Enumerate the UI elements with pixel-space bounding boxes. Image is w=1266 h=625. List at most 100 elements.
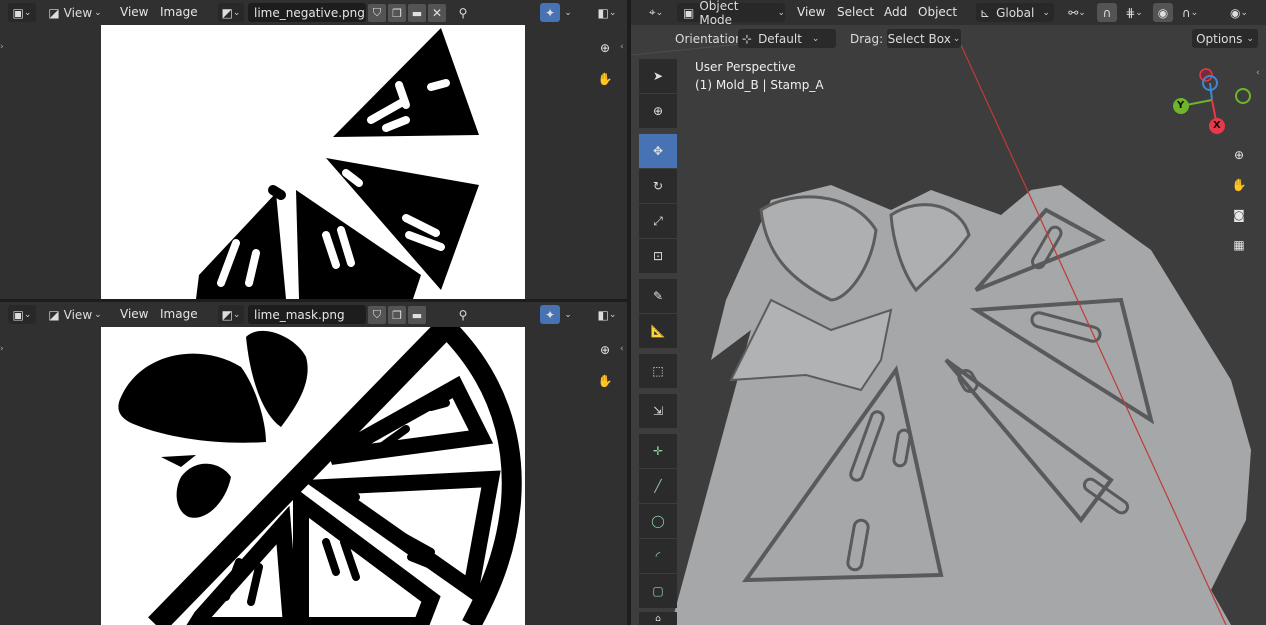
snap-grid-icon: ⋕: [1125, 5, 1136, 20]
menu-select[interactable]: Select: [837, 5, 874, 19]
hand-icon: ✋: [597, 72, 613, 86]
gizmo-dropdown[interactable]: ⌄: [560, 305, 576, 324]
tool-rotate[interactable]: ↻: [639, 169, 677, 203]
image-name-field[interactable]: lime_mask.png: [248, 305, 366, 324]
camera-view-button[interactable]: ◙: [1226, 202, 1252, 228]
image-name-field[interactable]: lime_negative.png: [248, 3, 366, 22]
sidebar-toggle-left-top[interactable]: ›: [0, 42, 4, 52]
visibility-dropdown[interactable]: ◉ ⌄: [1223, 3, 1255, 22]
gizmo-dropdown[interactable]: ⌄: [560, 3, 576, 22]
tool-more[interactable]: ⌂: [639, 612, 677, 625]
pivot-dropdown[interactable]: ⚯ ⌄: [1061, 3, 1093, 22]
menu-object[interactable]: Object: [918, 5, 957, 19]
tool-add-rectangle[interactable]: ▢: [639, 574, 677, 608]
move-icon: ✥: [652, 144, 664, 158]
orientation-dropdown[interactable]: ⊹ Default ⌄: [738, 29, 836, 48]
snap-toggle[interactable]: ∩: [1097, 3, 1117, 22]
sidebar-toggle-right[interactable]: ‹: [1256, 68, 1260, 78]
viewport-scene[interactable]: [631, 0, 1266, 625]
view-mode-dropdown[interactable]: ◪ View ⌄: [44, 3, 106, 22]
transform-orientation-dropdown[interactable]: ⊾ Global ⌄: [976, 3, 1054, 22]
image-browse-dropdown[interactable]: ◩ ⌄: [218, 3, 244, 22]
mode-label: Object Mode: [699, 0, 739, 27]
tool-transform[interactable]: ⊡: [639, 239, 677, 273]
point-add-icon: ✛: [652, 444, 664, 458]
image-canvas-top[interactable]: [101, 25, 525, 299]
zoom-icon: ⊕: [599, 41, 611, 55]
sidebar-toggle-left-bottom[interactable]: ›: [0, 344, 4, 354]
tool-extrude[interactable]: ⇲: [639, 394, 677, 428]
menu-add[interactable]: Add: [884, 5, 907, 19]
proportional-icon: ◉: [1157, 5, 1169, 20]
open-image-button[interactable]: ▬: [408, 4, 426, 22]
pan-button-top[interactable]: ✋: [592, 66, 618, 92]
image-browse-icon: ◩: [221, 5, 233, 20]
falloff-dropdown[interactable]: ∩ ⌄: [1175, 3, 1205, 22]
orientation-icon: ⊾: [980, 5, 991, 20]
menu-image[interactable]: Image: [160, 307, 198, 321]
camera-icon: ◙: [1233, 208, 1245, 222]
pin-icon: ⚲: [458, 6, 468, 20]
unlink-image-button[interactable]: ✕: [428, 4, 446, 22]
pan-button-bottom[interactable]: ✋: [592, 368, 618, 394]
sidebar-toggle-right-top[interactable]: ‹: [620, 42, 624, 52]
proportional-editing-toggle[interactable]: ◉: [1153, 3, 1173, 22]
display-channels-dropdown[interactable]: ◧ ⌄: [592, 305, 622, 324]
perspective-toggle-button[interactable]: ▦: [1226, 232, 1252, 258]
menu-view[interactable]: View: [120, 307, 148, 321]
pin-button[interactable]: ⚲: [454, 306, 472, 324]
snap-dropdown[interactable]: ⋕ ⌄: [1119, 3, 1149, 22]
pan-button[interactable]: ✋: [1226, 172, 1252, 198]
orientation-value: Default: [758, 31, 802, 46]
viewport-icon: ⌖: [648, 5, 656, 19]
image-editor-top: ▣ ⌄ ◪ View ⌄ View Image ◩ ⌄ lime_negative.…: [0, 0, 627, 299]
tool-add-circle[interactable]: ◯: [639, 504, 677, 538]
image-editor-bottom: ▣ ⌄ ◪ View ⌄ View Image ◩ ⌄ lime_mask.png …: [0, 302, 627, 625]
menu-view[interactable]: View: [120, 5, 148, 19]
tool-add-line[interactable]: ╱: [639, 469, 677, 503]
menu-view[interactable]: View: [797, 5, 825, 19]
options-dropdown[interactable]: Options ⌄: [1192, 29, 1258, 48]
tool-add-point[interactable]: ✛: [639, 434, 677, 468]
fake-user-button[interactable]: ⛉: [368, 306, 386, 324]
lime-mask-image: [118, 327, 522, 625]
image-name: lime_negative.png: [254, 5, 365, 20]
editor-type-dropdown[interactable]: ⌖ ⌄: [641, 3, 671, 22]
tool-move[interactable]: ✥: [639, 134, 677, 168]
gizmo-toggle[interactable]: ✦: [540, 3, 560, 22]
pin-button[interactable]: ⚲: [454, 4, 472, 22]
tool-annotate[interactable]: ✎: [639, 279, 677, 313]
orientation-default-icon: ⊹: [742, 31, 753, 46]
arc-add-icon: ◜: [655, 549, 661, 563]
tool-add-arc[interactable]: ◜: [639, 539, 677, 573]
fake-user-button[interactable]: ⛉: [368, 4, 386, 22]
tool-select-box[interactable]: ➤: [639, 59, 677, 93]
gizmo-toggle[interactable]: ✦: [540, 305, 560, 324]
zoom-button[interactable]: ⊕: [1226, 142, 1252, 168]
image-browse-dropdown[interactable]: ◩ ⌄: [218, 305, 244, 324]
zoom-button-bottom[interactable]: ⊕: [592, 337, 618, 363]
cube-add-icon: ⬚: [652, 364, 664, 378]
tool-cursor[interactable]: ⊕: [639, 94, 677, 128]
hand-icon: ✋: [1231, 178, 1247, 192]
hand-icon: ✋: [597, 374, 613, 388]
editor-type-dropdown[interactable]: ▣ ⌄: [8, 305, 36, 324]
menu-image[interactable]: Image: [160, 5, 198, 19]
viewport-3d: ⌖ ⌄ ▣ Object Mode ⌄ View Select Add Objec…: [631, 0, 1266, 625]
display-mode-icon: ◧: [597, 307, 609, 322]
view-mode-dropdown[interactable]: ◪ View ⌄: [44, 305, 106, 324]
display-channels-dropdown[interactable]: ◧ ⌄: [592, 3, 622, 22]
duplicate-icon: ❐: [392, 6, 402, 20]
mode-dropdown[interactable]: ▣ Object Mode ⌄: [677, 0, 785, 27]
drag-dropdown[interactable]: Select Box ⌄: [887, 29, 961, 48]
open-image-button[interactable]: ▬: [408, 306, 426, 324]
tool-scale[interactable]: ⤢: [639, 204, 677, 238]
tool-measure[interactable]: 📐: [639, 314, 677, 348]
editor-type-dropdown[interactable]: ▣ ⌄: [8, 3, 36, 22]
image-canvas-bottom[interactable]: [101, 327, 525, 625]
new-image-button[interactable]: ❐: [388, 4, 406, 22]
new-image-button[interactable]: ❐: [388, 306, 406, 324]
zoom-button-top[interactable]: ⊕: [592, 35, 618, 61]
tool-add-cube[interactable]: ⬚: [639, 354, 677, 388]
sidebar-toggle-right-bottom[interactable]: ‹: [620, 344, 624, 354]
